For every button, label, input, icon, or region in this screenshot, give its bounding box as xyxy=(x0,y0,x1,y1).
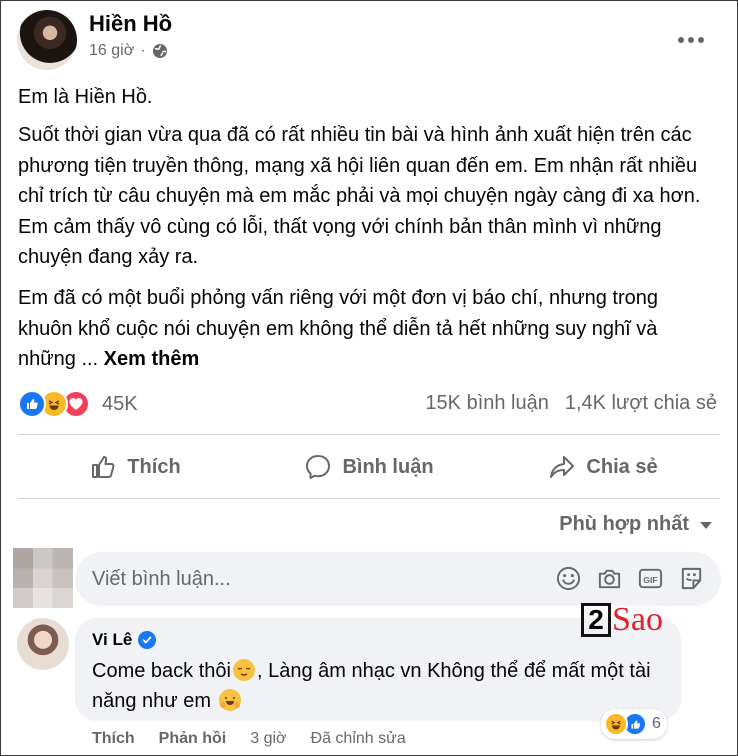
gif-icon[interactable]: GIF xyxy=(637,565,664,592)
comment-reply-button[interactable]: Phản hồi xyxy=(159,730,227,748)
see-more-link[interactable]: Xem thêm xyxy=(104,348,200,370)
smiley-icon[interactable] xyxy=(555,565,582,592)
comment-like-button[interactable]: Thích xyxy=(92,730,135,748)
comment-button[interactable]: Bình luận xyxy=(252,443,486,491)
commenter-name-row: Vi Lê xyxy=(92,630,664,650)
post-paragraph-1: Em là Hiền Hồ. xyxy=(18,86,153,108)
verified-badge-icon xyxy=(138,631,157,649)
comment-time[interactable]: 3 giờ xyxy=(250,730,286,748)
more-horizontal-icon xyxy=(678,37,704,43)
svg-text:GIF: GIF xyxy=(643,575,657,585)
comment-reactions[interactable]: 6 xyxy=(601,709,667,739)
caret-down-icon xyxy=(700,521,712,529)
comment-text-part1: Come back thôi xyxy=(92,660,231,682)
post-time[interactable]: 16 giờ xyxy=(89,42,134,60)
watermark-logo: 2 Sao xyxy=(581,603,663,637)
share-arrow-icon xyxy=(550,456,575,478)
comment-reaction-count: 6 xyxy=(652,715,661,732)
author-name[interactable]: Hiền Hồ xyxy=(89,11,172,37)
post-meta: 16 giờ · xyxy=(89,42,168,60)
comment-sort-dropdown[interactable]: Phù hợp nhất xyxy=(559,513,713,536)
divider-bottom xyxy=(18,498,720,499)
camera-icon[interactable] xyxy=(596,565,623,592)
like-reaction-icon xyxy=(18,390,46,418)
reaction-count: 45K xyxy=(102,392,138,415)
comment-text: Come back thôi, Làng âm nhạc vn Không th… xyxy=(92,656,664,716)
comment-edited-label: Đã chỉnh sửa xyxy=(310,730,406,747)
meta-separator: · xyxy=(140,42,146,59)
globe-icon xyxy=(152,44,167,58)
comment-actions: Thích Phản hồi 3 giờ Đã chỉnh sửa xyxy=(92,730,406,748)
post-paragraph-3: Em đã có một buổi phỏng vấn riêng với mộ… xyxy=(18,283,718,375)
post-paragraph-2: Suốt thời gian vừa qua đã có rất nhiều t… xyxy=(18,124,701,268)
comment-haha-reaction-icon xyxy=(604,712,628,736)
reactions-summary[interactable]: 45K xyxy=(18,390,138,418)
watermark-text: Sao xyxy=(612,601,663,638)
share-button[interactable]: Chia sẻ xyxy=(486,443,720,491)
comment-input-placeholder: Viết bình luận... xyxy=(92,567,231,590)
thumbs-up-icon xyxy=(92,456,115,478)
relieved-face-emoji-icon xyxy=(232,659,255,681)
hugging-face-emoji-icon xyxy=(218,689,241,711)
current-user-avatar[interactable] xyxy=(13,548,73,608)
author-avatar[interactable] xyxy=(17,10,77,70)
comment-input[interactable]: Viết bình luận... GIF xyxy=(75,552,721,606)
commenter-name[interactable]: Vi Lê xyxy=(92,630,132,650)
sort-label: Phù hợp nhất xyxy=(559,513,689,535)
post-stats: 15K bình luận 1,4K lượt chia sẻ xyxy=(425,392,717,415)
comment-input-tools: GIF xyxy=(555,565,705,592)
shares-count[interactable]: 1,4K lượt chia sẻ xyxy=(565,392,717,415)
more-options-button[interactable] xyxy=(677,25,705,45)
comment-button-label: Bình luận xyxy=(342,455,434,478)
facebook-post-card: Hiền Hồ 16 giờ · Em là Hiền Hồ. Suốt thờ… xyxy=(0,0,738,756)
commenter-avatar[interactable] xyxy=(17,618,69,670)
share-button-label: Chia sẻ xyxy=(586,455,658,478)
comments-count[interactable]: 15K bình luận xyxy=(425,392,548,415)
post-action-bar: Thích Bình luận Chia sẻ xyxy=(18,443,720,491)
like-button[interactable]: Thích xyxy=(18,443,252,491)
sticker-icon[interactable] xyxy=(678,565,705,592)
like-button-label: Thích xyxy=(127,455,181,478)
speech-bubble-icon xyxy=(306,455,331,479)
divider-top xyxy=(18,434,720,435)
watermark-number: 2 xyxy=(581,603,611,637)
